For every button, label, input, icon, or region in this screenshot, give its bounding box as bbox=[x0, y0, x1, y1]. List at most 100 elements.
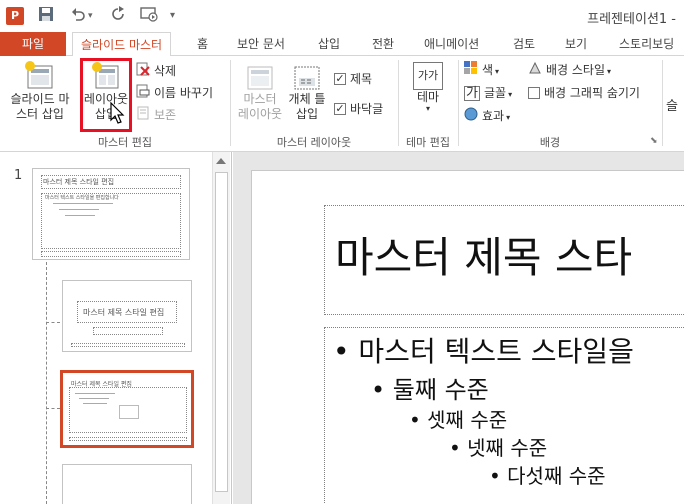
title-bar: P ▾ ▾ 프레젠테이션1 - bbox=[0, 0, 684, 32]
footer-checkbox[interactable]: ✓ 바닥글 bbox=[334, 100, 383, 118]
customize-icon[interactable]: ▾ bbox=[170, 6, 175, 26]
layout-thumbnail-title-content[interactable]: 마스터 제목 스타일 편집 bbox=[60, 370, 194, 448]
tab-home[interactable]: 홈 bbox=[197, 32, 208, 56]
tab-animations[interactable]: 애니메이션 bbox=[424, 32, 479, 56]
redo-icon[interactable] bbox=[110, 6, 126, 26]
undo-icon[interactable] bbox=[70, 6, 86, 26]
body-placeholder[interactable]: • 마스터 텍스트 스타일을 • 둘째 수준 • 셋째 수준 • 넷째 수준 •… bbox=[324, 327, 684, 504]
group-label-master-layout: 마스터 레이아웃 bbox=[276, 136, 352, 149]
insert-slide-master-button[interactable]: 슬라이드 마 스터 삽입 bbox=[4, 60, 76, 122]
group-separator bbox=[662, 60, 663, 146]
powerpoint-app-icon[interactable]: P bbox=[6, 7, 24, 25]
thumb-layout1-title: 마스터 제목 스타일 편집 bbox=[83, 308, 165, 317]
bullet-level-2-text: 둘째 수준 bbox=[392, 376, 489, 404]
chevron-down-icon: ▾ bbox=[508, 90, 513, 99]
title-placeholder[interactable]: 마스터 제목 스타 bbox=[324, 205, 684, 315]
bullet-level-4: • 넷째 수준 bbox=[449, 436, 548, 460]
hide-background-graphics-checkbox[interactable]: 배경 그래픽 숨기기 bbox=[528, 84, 640, 102]
dialog-launcher-icon[interactable]: ⬊ bbox=[650, 136, 658, 146]
hide-background-graphics-label: 배경 그래픽 숨기기 bbox=[544, 86, 640, 100]
thumb-master-title: 마스터 제목 스타일 편집 bbox=[43, 178, 115, 186]
ribbon-tabs: 파일 슬라이드 마스터 홈 보안 문서 삽입 전환 애니메이션 검토 보기 스토… bbox=[0, 32, 684, 57]
slide-number: 1 bbox=[14, 168, 23, 183]
thumb-subtitle-placeholder bbox=[93, 327, 163, 335]
bullet-level-2: • 둘째 수준 bbox=[371, 376, 489, 404]
themes-dropdown-icon: ▾ bbox=[425, 104, 430, 113]
background-styles-icon bbox=[528, 61, 542, 80]
thumb-line bbox=[83, 403, 107, 404]
undo-dropdown-icon[interactable]: ▾ bbox=[88, 6, 93, 26]
delete-button[interactable]: 삭제 bbox=[136, 62, 176, 80]
layout-thumbnail-section[interactable] bbox=[62, 464, 192, 504]
background-styles-label: 배경 스타일 bbox=[546, 63, 606, 77]
bullet-level-3-text: 셋째 수준 bbox=[427, 408, 508, 432]
thumb-connector bbox=[46, 408, 60, 409]
rename-label: 이름 바꾸기 bbox=[154, 86, 214, 100]
effects-label: 효과 bbox=[482, 109, 505, 123]
title-checkbox-label: 제목 bbox=[350, 72, 373, 86]
thumb-footer-placeholder bbox=[41, 251, 181, 257]
slide-thumbnail-pane: 1 마스터 제목 스타일 편집 마스터 텍스트 스타일을 편집합니다 마스터 제… bbox=[0, 152, 232, 504]
mouse-cursor-icon bbox=[110, 102, 125, 124]
slide-editing-pane: 마스터 제목 스타 • 마스터 텍스트 스타일을 • 둘째 수준 • 셋째 수준… bbox=[233, 152, 684, 504]
chevron-down-icon: ▾ bbox=[607, 67, 612, 76]
thumb-connector bbox=[46, 262, 47, 504]
preserve-label: 보존 bbox=[154, 108, 177, 122]
background-styles-dropdown[interactable]: 배경 스타일 ▾ bbox=[528, 61, 611, 79]
bullet-level-5-text: 다섯째 수준 bbox=[507, 464, 606, 488]
ribbon: 슬라이드 마 스터 삽입 레이아웃 삽입 삭제 이름 바꾸기 보존 마스터 편집… bbox=[0, 56, 684, 152]
thumb-content-icon bbox=[119, 405, 139, 419]
layout-thumbnail-title[interactable]: 마스터 제목 스타일 편집 bbox=[62, 280, 192, 352]
insert-slide-master-icon bbox=[25, 61, 53, 89]
insert-placeholder-icon bbox=[294, 66, 320, 90]
preserve-icon bbox=[136, 106, 150, 125]
tab-transitions[interactable]: 전환 bbox=[372, 32, 394, 56]
fonts-dropdown[interactable]: 가 글꼴 ▾ bbox=[464, 84, 512, 102]
group-label-theme-edit: 테마 편집 bbox=[406, 136, 450, 149]
tab-review[interactable]: 검토 bbox=[513, 32, 535, 56]
thumb-footer-placeholder bbox=[69, 437, 187, 441]
tab-file[interactable]: 파일 bbox=[0, 32, 66, 56]
thumbnail-scrollbar[interactable] bbox=[212, 152, 230, 504]
slide-title: 마스터 제목 스타 bbox=[335, 233, 633, 282]
bullet-level-5: • 다섯째 수준 bbox=[489, 464, 606, 488]
effects-dropdown[interactable]: 효과 ▾ bbox=[464, 107, 510, 125]
thumb-connector bbox=[46, 322, 60, 323]
colors-dropdown[interactable]: 색 ▾ bbox=[464, 61, 499, 79]
chevron-down-icon: ▾ bbox=[495, 67, 500, 76]
fonts-label: 글꼴 bbox=[483, 86, 507, 100]
present-icon[interactable] bbox=[140, 6, 158, 26]
tab-insert[interactable]: 삽입 bbox=[318, 32, 340, 56]
rename-button[interactable]: 이름 바꾸기 bbox=[136, 84, 213, 102]
master-layout-label: 마스터 레이아웃 bbox=[237, 92, 283, 121]
slide-canvas[interactable]: 마스터 제목 스타 • 마스터 텍스트 스타일을 • 둘째 수준 • 셋째 수준… bbox=[251, 170, 684, 504]
title-check-icon: ✓ bbox=[334, 71, 346, 85]
title-checkbox[interactable]: ✓ 제목 bbox=[334, 70, 372, 88]
master-layout-icon bbox=[247, 66, 273, 90]
scrollbar-thumb[interactable] bbox=[215, 172, 228, 492]
themes-button[interactable]: 가가 테마 ▾ bbox=[406, 62, 450, 113]
bullet-level-4-text: 넷째 수준 bbox=[467, 436, 548, 460]
master-slide-thumbnail[interactable]: 마스터 제목 스타일 편집 마스터 텍스트 스타일을 편집합니다 bbox=[32, 168, 190, 260]
scroll-up-icon[interactable] bbox=[216, 158, 226, 164]
themes-icon: 가가 bbox=[413, 62, 443, 90]
preserve-button[interactable]: 보존 bbox=[136, 106, 176, 124]
group-separator bbox=[458, 60, 459, 146]
colors-icon bbox=[464, 61, 478, 80]
insert-slide-master-label: 슬라이드 마 스터 삽입 bbox=[10, 92, 70, 121]
insert-placeholder-label: 개체 틀 삽입 bbox=[288, 92, 326, 121]
tab-security[interactable]: 보안 문서 bbox=[237, 32, 285, 56]
master-layout-button[interactable]: 마스터 레이아웃 bbox=[234, 64, 286, 122]
tab-storyboarding[interactable]: 스토리보딩 bbox=[619, 32, 674, 56]
delete-icon bbox=[136, 62, 150, 81]
tab-view[interactable]: 보기 bbox=[565, 32, 587, 56]
tab-slide-master[interactable]: 슬라이드 마스터 bbox=[72, 32, 172, 57]
bullet-level-1-text: 마스터 텍스트 스타일을 bbox=[358, 335, 634, 368]
group-label-background: 배경 bbox=[539, 136, 561, 149]
insert-placeholder-button[interactable]: 개체 틀 삽입 bbox=[286, 64, 328, 122]
thumb-line bbox=[53, 203, 113, 204]
cutoff-ribbon-button[interactable]: 슬 bbox=[666, 98, 678, 116]
footer-checkbox-label: 바닥글 bbox=[350, 102, 384, 116]
save-icon[interactable] bbox=[38, 6, 54, 26]
rename-icon bbox=[136, 84, 150, 103]
